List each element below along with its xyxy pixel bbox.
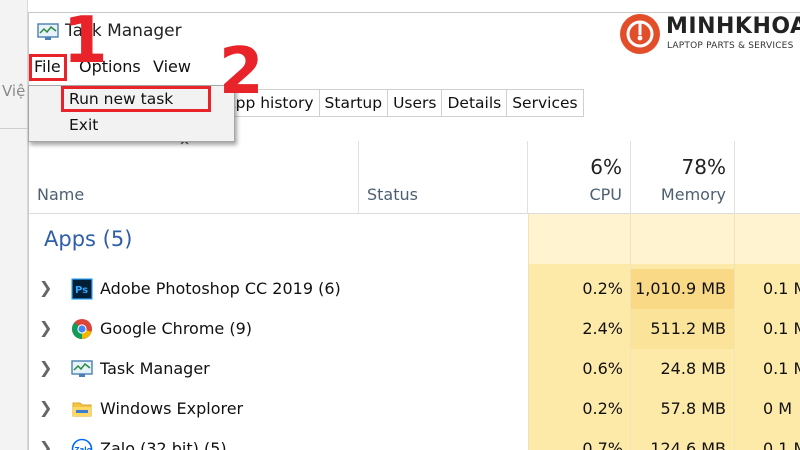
background-window: Việ [0,0,28,450]
tab-services[interactable]: Services [507,89,584,117]
task-manager-icon [37,23,59,40]
process-disk: 0.1 M [763,359,800,378]
process-cpu: 2.4% [582,319,623,338]
brand-tagline: LAPTOP PARTS & SERVICES [667,41,794,51]
process-name: Adobe Photoshop CC 2019 (6) [100,279,341,298]
chrome-icon [72,319,92,340]
background-window-text: Việ [2,82,26,100]
tab-bar: App history Startup Users Details Servic… [219,89,584,117]
column-name[interactable]: Name [29,141,359,214]
svg-text:Ps: Ps [75,285,88,296]
group-header-apps[interactable]: Apps (5) [44,227,132,251]
tab-startup[interactable]: Startup [319,89,389,117]
file-highlight-box [29,54,67,81]
column-name-label: Name [37,185,85,204]
table-row[interactable]: ❯ Ps Adobe Photoshop CC 2019 (6) 0.2% 1,… [29,269,800,309]
expand-chevron-icon[interactable]: ❯ [39,318,52,337]
process-cpu: 0.2% [582,399,623,418]
memory-total-percent: 78% [681,155,726,179]
svg-text:Zalo: Zalo [75,446,92,450]
process-list: Apps (5) ❯ Ps Adobe Photoshop CC 2019 (6… [29,214,800,450]
expand-chevron-icon[interactable]: ❯ [39,398,52,417]
folder-icon [72,402,92,417]
cpu-total-percent: 6% [590,155,622,179]
column-memory[interactable]: 78% Memory [631,141,735,214]
table-row[interactable]: ❯ Zalo Zalo (32 bit) (5) 0.7% 124.6 MB 0… [29,429,800,450]
menu-exit[interactable]: Exit [69,116,98,134]
menu-view[interactable]: View [153,57,191,76]
column-disk[interactable] [735,141,800,214]
process-disk: 0.1 M [763,319,800,338]
background-divider [0,128,28,129]
expand-chevron-icon[interactable]: ❯ [39,278,52,297]
brand-name: MINHKHOA [666,14,800,39]
task-manager-icon [71,360,93,377]
process-cpu: 0.6% [582,359,623,378]
column-memory-label: Memory [660,185,726,204]
tab-details[interactable]: Details [442,89,508,117]
table-row[interactable]: ❯ Task Manager 0.6% 24.8 MB 0.1 M [29,349,800,389]
zalo-icon: Zalo [71,438,93,450]
process-name: Task Manager [100,359,210,378]
process-memory: 124.6 MB [650,439,726,450]
step-2-number: 2 [219,35,264,109]
task-manager-window: Task Manager File Options View App histo… [28,12,800,450]
process-memory: 24.8 MB [660,359,727,378]
process-disk: 0.1 M [763,439,800,450]
expand-chevron-icon[interactable]: ❯ [39,358,52,377]
brand-logo: MINHKHOA LAPTOP PARTS & SERVICES [620,14,800,58]
column-header-row: Name Status 6% CPU 78% Memory [29,141,800,214]
process-memory: 57.8 MB [660,399,727,418]
brand-circle-icon [620,14,660,54]
process-name: Windows Explorer [100,399,244,418]
expand-chevron-icon[interactable]: ❯ [39,438,52,450]
process-cpu: 0.7% [582,439,623,450]
process-disk: 0.1 M [763,279,800,298]
process-memory: 1,010.9 MB [635,279,726,298]
table-row[interactable]: ❯ Windows Explorer 0.2% 57.8 MB 0 M [29,389,800,429]
photoshop-icon: Ps [71,278,93,300]
run-new-task-highlight-box [61,86,211,112]
table-row[interactable]: ❯ Google Chrome (9) 2.4% 511.2 MB 0.1 M [29,309,800,349]
column-status[interactable]: Status [359,141,528,214]
tab-users[interactable]: Users [388,89,443,117]
process-name: Google Chrome (9) [100,319,253,338]
process-cpu: 0.2% [582,279,623,298]
process-name: Zalo (32 bit) (5) [100,439,227,450]
column-cpu[interactable]: 6% CPU [528,141,631,214]
column-status-label: Status [367,185,418,204]
step-1-number: 1 [63,4,108,78]
process-disk: 0 M [763,399,793,418]
process-memory: 511.2 MB [650,319,726,338]
column-cpu-label: CPU [589,185,622,204]
